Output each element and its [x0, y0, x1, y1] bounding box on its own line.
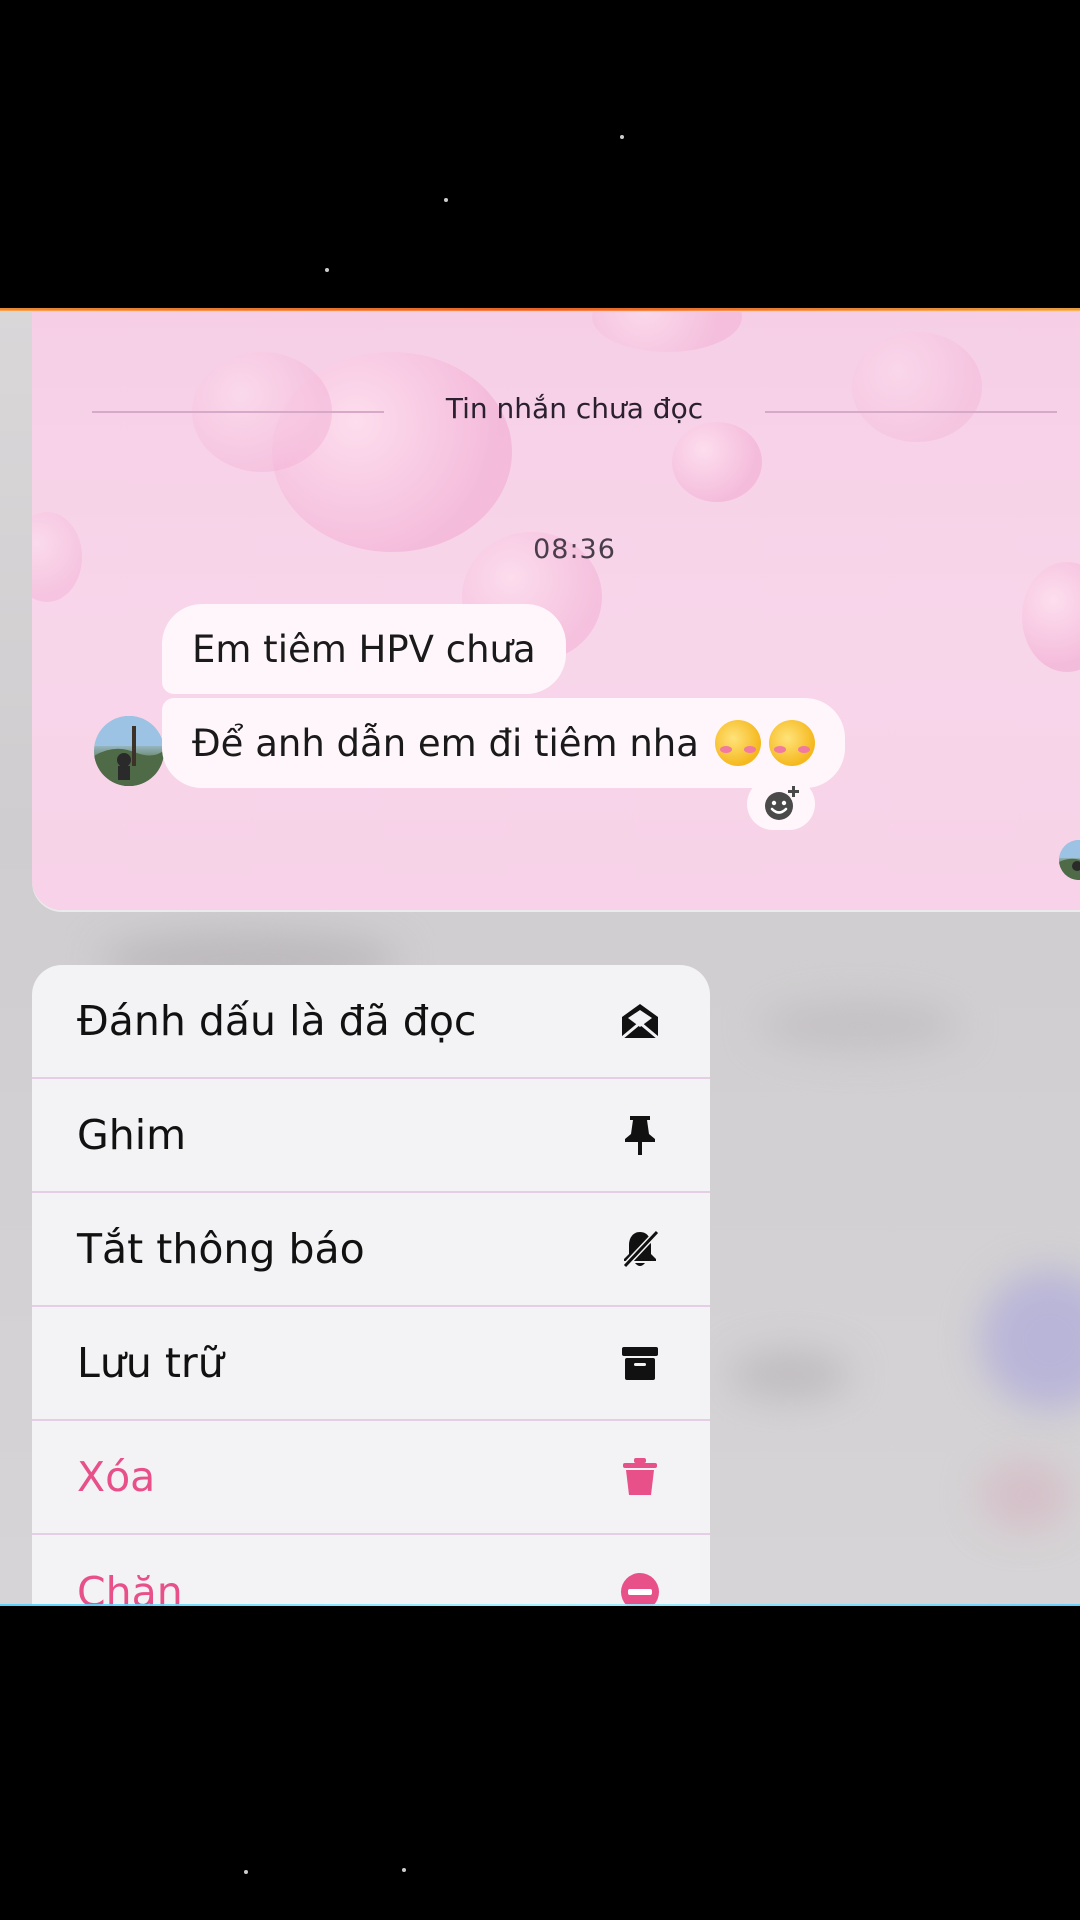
- chat-preview-card[interactable]: Tin nhắn chưa đọc 08:36 Em tiêm HPV chưa…: [32, 312, 1080, 910]
- message-bubble[interactable]: Để anh dẫn em đi tiêm nha: [162, 698, 845, 788]
- message-text: Em tiêm HPV chưa: [192, 627, 536, 671]
- letterbox-top: [0, 0, 1080, 310]
- menu-item-label: Ghim: [77, 1111, 187, 1159]
- menu-item-pin[interactable]: Ghim: [32, 1079, 710, 1193]
- menu-item-mark-read[interactable]: Đánh dấu là đã đọc: [32, 965, 710, 1079]
- message-timestamp: 08:36: [533, 534, 616, 565]
- menu-item-label: Chặn: [77, 1568, 183, 1606]
- menu-item-block[interactable]: Chặn: [32, 1535, 710, 1606]
- menu-item-label: Tắt thông báo: [77, 1225, 365, 1273]
- smiling-face-with-hearts-icon: [768, 720, 815, 766]
- menu-item-mute[interactable]: Tắt thông báo: [32, 1193, 710, 1307]
- star-sparkle: [244, 1870, 248, 1874]
- star-sparkle: [325, 268, 329, 272]
- letterbox-bottom: [0, 1606, 1080, 1920]
- menu-item-archive[interactable]: Lưu trữ: [32, 1307, 710, 1421]
- frame-edge-top: [0, 308, 1080, 311]
- mark-read-envelope-icon: [618, 999, 662, 1043]
- trash-icon: [618, 1455, 662, 1499]
- star-sparkle: [402, 1868, 406, 1872]
- add-reaction-icon: [765, 786, 799, 820]
- menu-item-label: Đánh dấu là đã đọc: [77, 997, 477, 1045]
- add-reaction-button[interactable]: [747, 778, 815, 830]
- seen-avatar: [1059, 840, 1080, 880]
- menu-item-label: Lưu trữ: [77, 1339, 224, 1387]
- bell-slash-icon: [618, 1227, 662, 1271]
- message-bubble[interactable]: Em tiêm HPV chưa: [162, 604, 566, 694]
- block-icon: [618, 1570, 662, 1606]
- unread-messages-divider: Tin nhắn chưa đọc: [445, 392, 704, 425]
- star-sparkle: [444, 198, 448, 202]
- star-sparkle: [620, 135, 624, 139]
- menu-item-label: Xóa: [77, 1453, 156, 1501]
- screen: Tin nhắn chưa đọc 08:36 Em tiêm HPV chưa…: [0, 0, 1080, 1920]
- archive-icon: [618, 1341, 662, 1385]
- smiling-face-with-hearts-icon: [714, 720, 761, 766]
- avatar[interactable]: [94, 716, 164, 786]
- context-menu: Đánh dấu là đã đọc Ghim Tắt thông báo Lư…: [32, 965, 710, 1606]
- menu-item-delete[interactable]: Xóa: [32, 1421, 710, 1535]
- message-text: Để anh dẫn em đi tiêm nha: [192, 721, 699, 765]
- pin-icon: [618, 1113, 662, 1157]
